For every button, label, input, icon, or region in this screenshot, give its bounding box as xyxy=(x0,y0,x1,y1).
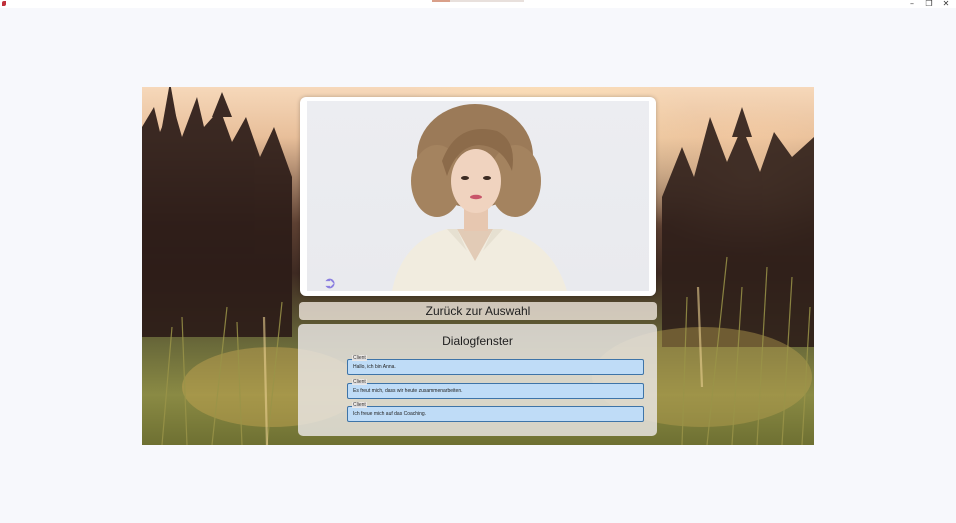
message-text: Ich freue mich auf das Coaching. xyxy=(353,411,427,417)
play-logo-icon: ➲ xyxy=(323,275,337,292)
message-text: Es freut mich, dass wir heute zusammenar… xyxy=(353,388,463,394)
app-icon xyxy=(2,1,6,6)
maximize-button[interactable]: ❐ xyxy=(923,0,935,8)
chat-message: Client Es freut mich, dass wir heute zus… xyxy=(347,379,644,399)
avatar-video[interactable]: ➲ xyxy=(307,101,649,291)
window-title-bar: – ❐ ✕ xyxy=(0,0,956,8)
close-button[interactable]: ✕ xyxy=(940,0,952,8)
avatar-person-image xyxy=(392,104,567,291)
message-speaker-label: Client xyxy=(352,355,367,361)
minimize-button[interactable]: – xyxy=(906,0,918,8)
avatar-video-card: ➲ xyxy=(300,97,656,296)
back-to-selection-button[interactable]: Zurück zur Auswahl xyxy=(299,302,657,320)
dialog-panel: Dialogfenster Client Hallo, ich bin Anna… xyxy=(298,324,657,436)
message-speaker-label: Client xyxy=(352,379,367,385)
message-text: Hallo, ich bin Anna. xyxy=(353,364,396,370)
dialog-title: Dialogfenster xyxy=(442,334,513,348)
chat-message: Client Hallo, ich bin Anna. xyxy=(347,355,644,375)
tab-accent xyxy=(432,0,450,2)
message-speaker-label: Client xyxy=(352,402,367,408)
chat-message: Client Ich freue mich auf das Coaching. xyxy=(347,402,644,422)
title-tab-strip xyxy=(432,0,524,2)
